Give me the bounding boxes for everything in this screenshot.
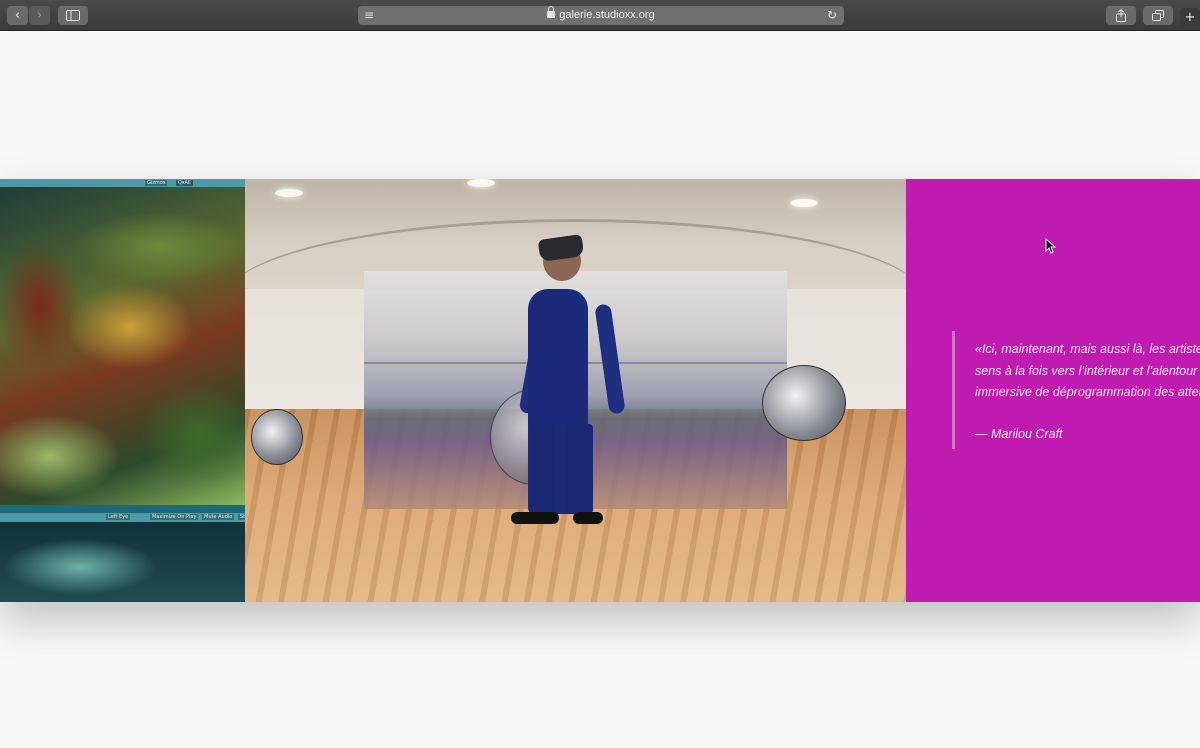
sidebar-toggle-button[interactable] [58,6,88,25]
person-shoe [573,512,603,524]
reflector-disc [762,365,846,441]
tabs-icon [1152,10,1164,21]
search-field: Q▾All [176,180,193,186]
url-display[interactable]: galerie.studioxx.org [358,6,844,25]
reload-icon[interactable]: ↻ [825,6,839,25]
new-tab-button[interactable]: + [1180,8,1200,28]
share-icon [1116,8,1126,22]
gizmos-dropdown: Gizmos [145,180,168,186]
address-bar[interactable]: ≡ galerie.studioxx.org ↻ [358,6,844,25]
forward-button[interactable]: › [29,6,50,25]
quote-line: immersive de déprogrammation des atter [975,385,1200,399]
reflector-disc [251,409,303,465]
browser-toolbar: ‹ › ≡ galerie.studioxx.org ↻ + [0,0,1200,31]
viewport-divider [0,505,245,513]
lock-icon [547,6,556,18]
person-leg [529,424,555,514]
stats-toggle: St [238,514,245,520]
person-leg [567,424,593,514]
ceiling-light [790,199,818,207]
software-top-bar: Gizmos Q▾All [0,179,245,187]
abstract-landscape-view [0,187,245,505]
url-text: galerie.studioxx.org [559,9,655,21]
quote-line: sens à la fois vers l’intérieur et l’ale… [975,363,1200,378]
person-shoe [511,512,559,524]
sidebar-icon [66,10,80,21]
abstract-game-view [0,522,245,602]
back-button[interactable]: ‹ [7,6,28,25]
quote-line: «Ici, maintenant, mais aussi là, les art… [975,342,1200,356]
plus-icon: + [1184,10,1196,25]
blockquote: «Ici, maintenant, mais aussi là, les art… [975,339,1200,404]
software-screenshot: Gizmos Q▾All Left Eye Maximize On Play M… [0,179,245,602]
quote-rule [952,331,955,449]
quote-author: — Marilou Craft [975,427,1063,441]
software-game-bar: Left Eye Maximize On Play Mute Audio St [0,513,245,522]
ceiling-light [467,179,495,187]
gallery-photo [245,179,906,602]
show-tabs-button[interactable] [1143,6,1173,25]
mute-audio-toggle: Mute Audio [202,514,235,520]
chevron-left-icon: ‹ [14,8,21,23]
maximize-on-play-toggle: Maximize On Play [150,514,199,520]
left-eye-dropdown: Left Eye [106,514,131,520]
ceiling-light [275,189,303,197]
share-button[interactable] [1106,6,1136,25]
chevron-right-icon: › [36,8,43,23]
hero-banner: Gizmos Q▾All Left Eye Maximize On Play M… [0,179,1200,602]
page-content: Gizmos Q▾All Left Eye Maximize On Play M… [0,31,1200,748]
